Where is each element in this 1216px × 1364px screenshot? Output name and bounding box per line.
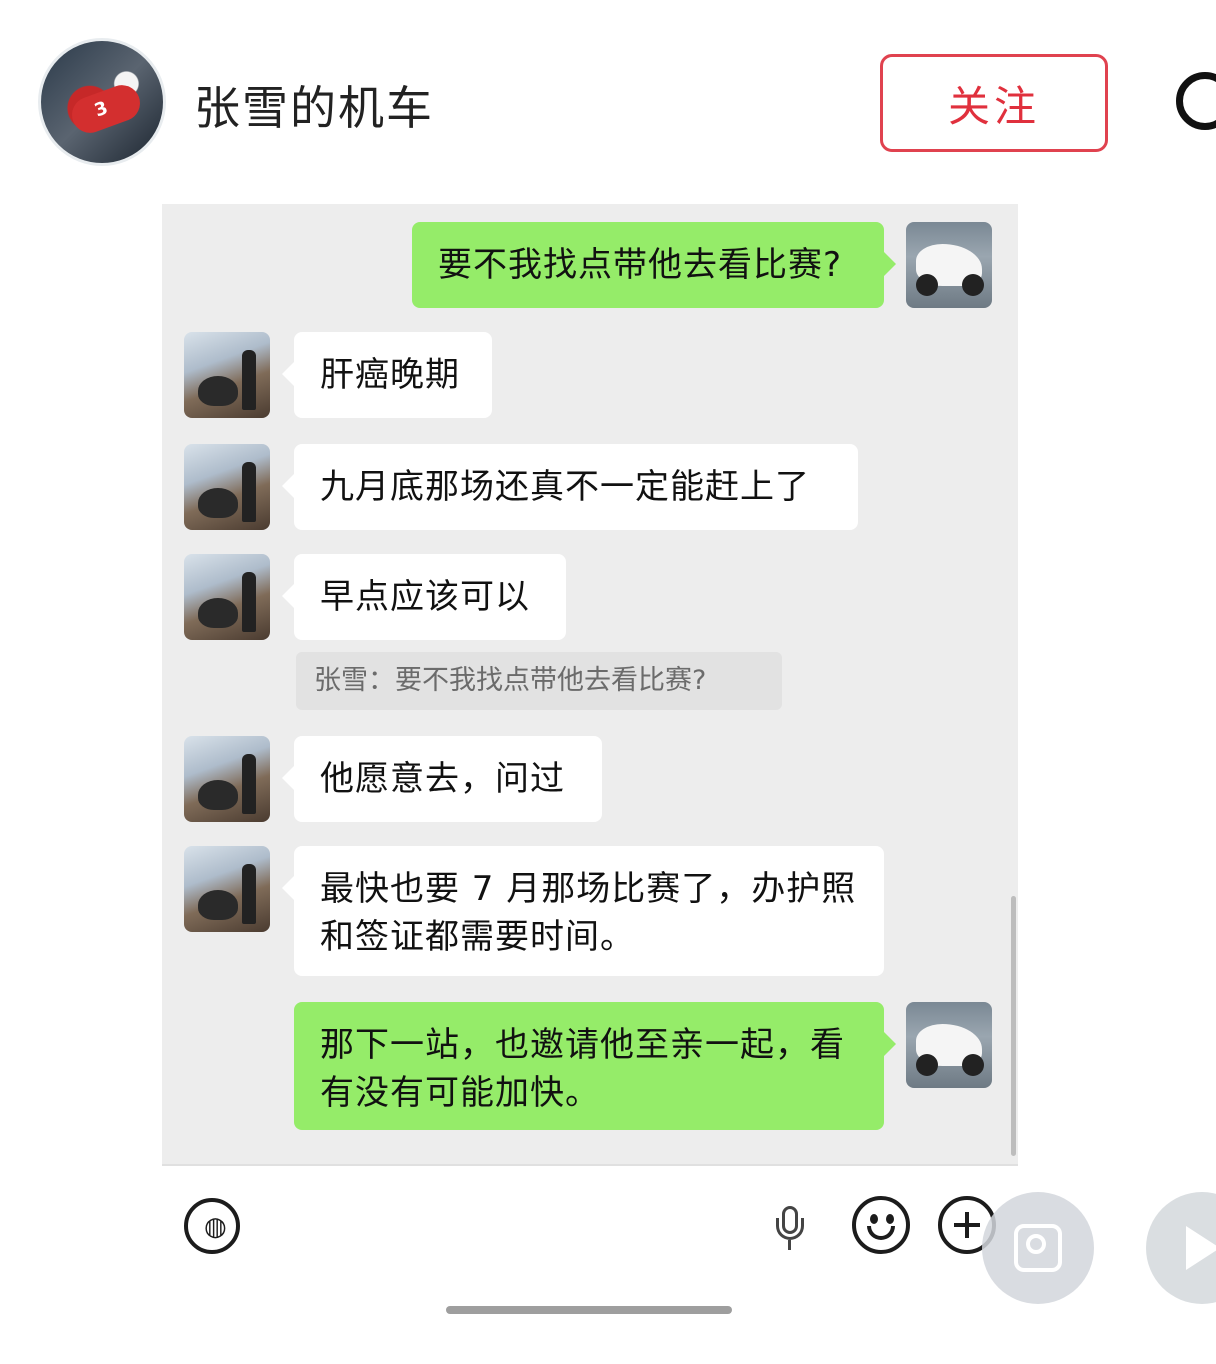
home-indicator[interactable] (446, 1306, 732, 1314)
emoji-icon[interactable] (852, 1196, 910, 1254)
voice-icon[interactable]: ◍ (184, 1198, 240, 1254)
contact-avatar[interactable] (184, 554, 270, 640)
follow-button[interactable]: 关注 (880, 54, 1108, 152)
message-text: 那下一站，也邀请他至亲一起，看有没有可能加快。 (320, 1025, 845, 1113)
chat-scrollbar[interactable] (1011, 896, 1016, 1156)
message-bubble-other: 早点应该可以 (282, 554, 566, 640)
message-bubble-other: 他愿意去，问过 (282, 736, 602, 822)
contact-avatar[interactable] (184, 736, 270, 822)
contact-avatar[interactable] (184, 444, 270, 530)
self-avatar[interactable] (906, 222, 992, 308)
self-avatar[interactable] (906, 1002, 992, 1088)
divider (162, 1164, 1018, 1166)
quoted-reply[interactable]: 张雪：要不我找点带他去看比赛? (296, 652, 782, 710)
message-text: 他愿意去，问过 (320, 759, 565, 799)
contact-avatar[interactable] (184, 846, 270, 932)
message-text: 肝癌晚期 (320, 355, 460, 395)
search-icon[interactable] (1176, 72, 1216, 130)
message-text: 早点应该可以 (320, 577, 530, 617)
voice-glyph: ◍ (204, 1212, 227, 1242)
contact-avatar[interactable] (184, 332, 270, 418)
microphone-icon[interactable] (776, 1206, 804, 1250)
message-text: 要不我找点带他去看比赛? (438, 245, 843, 285)
message-bubble-other: 肝癌晚期 (282, 332, 492, 418)
account-name: 张雪的机车 (194, 81, 434, 135)
message-bubble-self: 要不我找点带他去看比赛? (412, 222, 896, 308)
play-icon[interactable] (1146, 1192, 1216, 1304)
lens-search-icon[interactable] (982, 1192, 1094, 1304)
profile-avatar[interactable]: 3 (38, 38, 166, 166)
message-bubble-other: 九月底那场还真不一定能赶上了 (282, 444, 858, 530)
message-bubble-self: 那下一站，也邀请他至亲一起，看有没有可能加快。 (294, 1002, 896, 1130)
message-bubble-other: 最快也要 7 月那场比赛了，办护照和签证都需要时间。 (282, 846, 884, 976)
message-text: 最快也要 7 月那场比赛了，办护照和签证都需要时间。 (320, 869, 857, 957)
message-text: 九月底那场还真不一定能赶上了 (320, 467, 810, 507)
